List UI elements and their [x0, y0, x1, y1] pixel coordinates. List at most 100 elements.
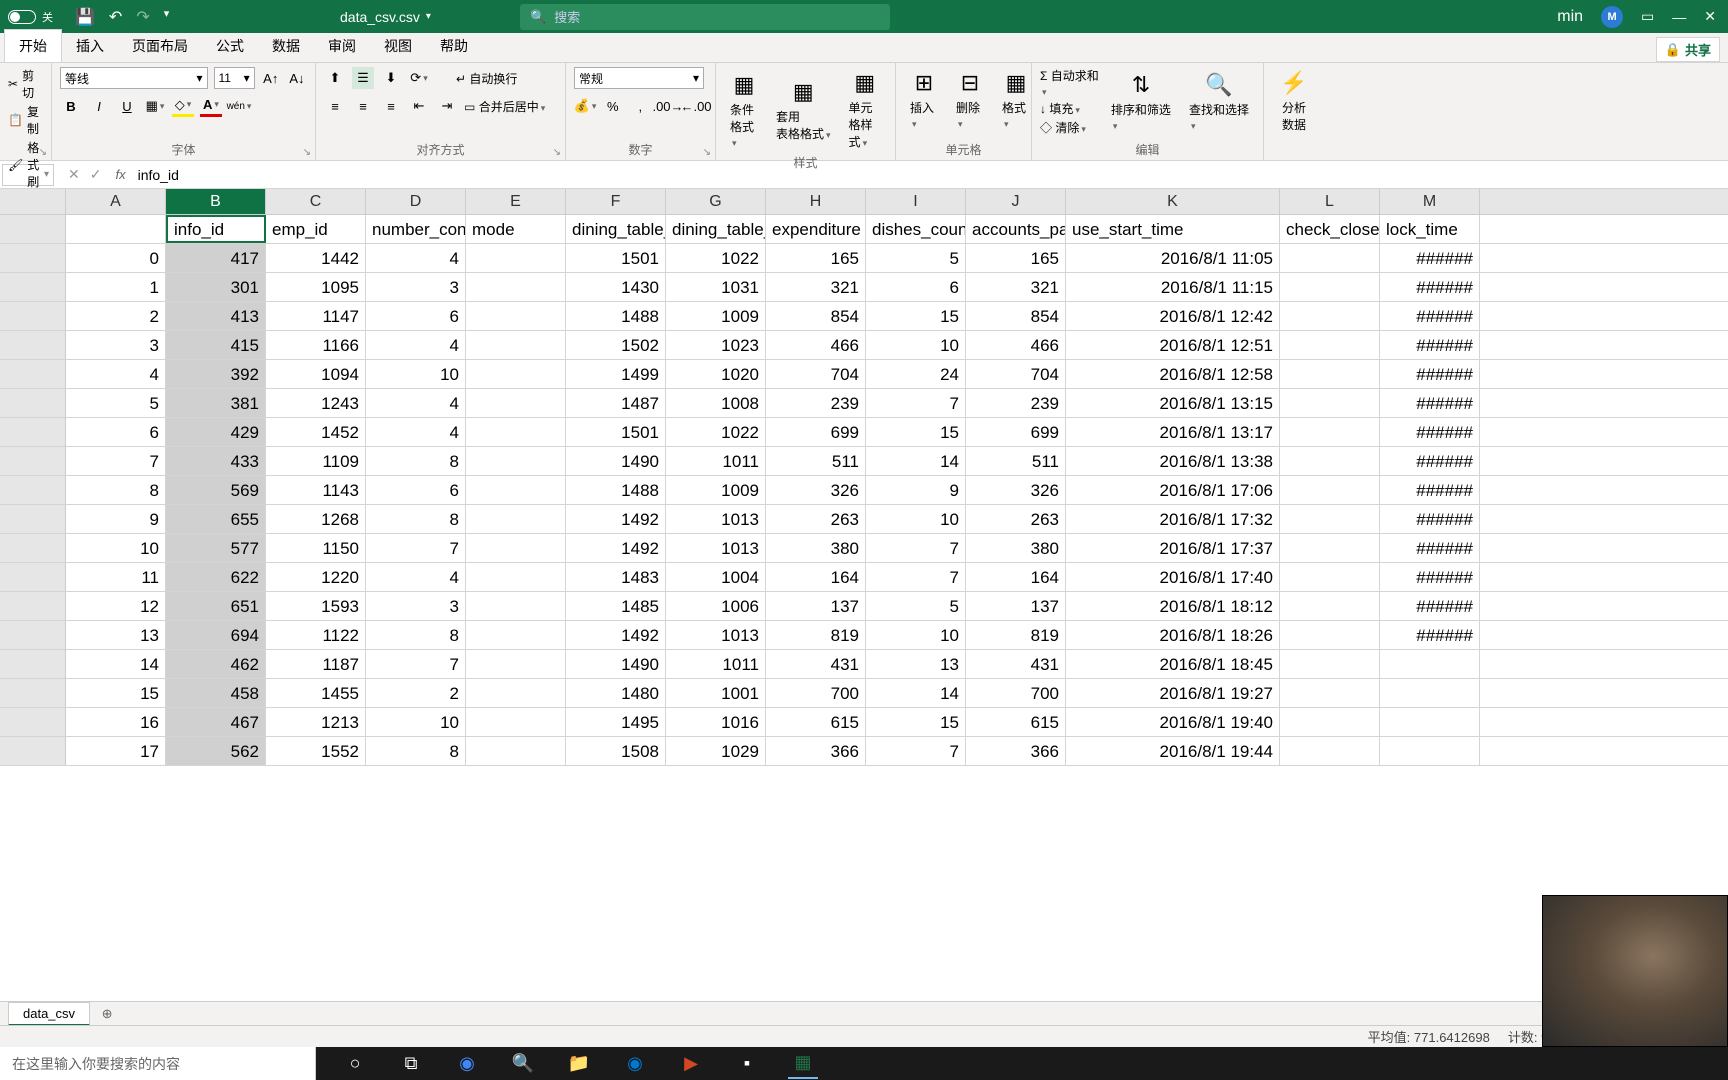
cell[interactable]: info_id [166, 215, 266, 243]
cell[interactable] [1380, 650, 1480, 678]
row-header[interactable] [0, 650, 66, 678]
cell[interactable]: 2016/8/1 17:06 [1066, 476, 1280, 504]
cell[interactable]: 0 [66, 244, 166, 272]
cell[interactable]: 2016/8/1 18:12 [1066, 592, 1280, 620]
cell[interactable]: 4 [366, 244, 466, 272]
cell[interactable]: 1122 [266, 621, 366, 649]
phonetic-button[interactable]: wén [228, 95, 250, 117]
row-header[interactable] [0, 418, 66, 446]
cell[interactable] [1280, 592, 1380, 620]
cell[interactable]: 1022 [666, 244, 766, 272]
cell[interactable]: 2016/8/1 12:42 [1066, 302, 1280, 330]
insert-cells-button[interactable]: ⊞插入 [904, 67, 944, 132]
cell[interactable]: 7 [66, 447, 166, 475]
cell[interactable]: 321 [966, 273, 1066, 301]
cell[interactable] [1280, 418, 1380, 446]
filename[interactable]: data_csv.csv▾ [340, 9, 431, 25]
cell[interactable]: 511 [966, 447, 1066, 475]
number-dialog-icon[interactable]: ↘ [703, 147, 711, 158]
tab-view[interactable]: 视图 [370, 30, 426, 62]
cell[interactable]: 467 [166, 708, 266, 736]
cell[interactable]: 1016 [666, 708, 766, 736]
cell[interactable]: 10 [866, 505, 966, 533]
cell[interactable] [1380, 708, 1480, 736]
cell[interactable]: dining_table_id [566, 215, 666, 243]
cell[interactable] [66, 215, 166, 243]
share-button[interactable]: 🔒共享 [1656, 37, 1720, 62]
increase-font-icon[interactable]: A↑ [261, 67, 281, 89]
cell[interactable]: ###### [1380, 244, 1480, 272]
cell[interactable]: ###### [1380, 273, 1480, 301]
cell[interactable]: ###### [1380, 476, 1480, 504]
cell[interactable] [466, 273, 566, 301]
cell[interactable]: 12 [66, 592, 166, 620]
cell[interactable] [1280, 563, 1380, 591]
powerpoint-icon[interactable]: ▶ [676, 1049, 706, 1079]
row-header[interactable] [0, 592, 66, 620]
row-header[interactable] [0, 447, 66, 475]
cell[interactable]: 239 [766, 389, 866, 417]
cell[interactable] [1280, 273, 1380, 301]
cell[interactable]: 13 [66, 621, 166, 649]
indent-decrease-icon[interactable]: ⇤ [408, 95, 430, 117]
cell[interactable]: 1150 [266, 534, 366, 562]
cell[interactable]: 1009 [666, 476, 766, 504]
cell[interactable]: 1452 [266, 418, 366, 446]
cell[interactable]: 380 [966, 534, 1066, 562]
cell[interactable]: 1013 [666, 534, 766, 562]
decrease-font-icon[interactable]: A↓ [287, 67, 307, 89]
row-header[interactable] [0, 273, 66, 301]
undo-icon[interactable]: ↶ [109, 7, 122, 27]
cell[interactable]: 562 [166, 737, 266, 765]
cell[interactable]: 413 [166, 302, 266, 330]
accounting-format-icon[interactable]: 💰 [574, 95, 596, 117]
cell[interactable]: 1552 [266, 737, 366, 765]
cell[interactable] [466, 592, 566, 620]
cell[interactable] [466, 418, 566, 446]
cell[interactable]: 1022 [666, 418, 766, 446]
cell[interactable]: 7 [366, 534, 466, 562]
cell[interactable]: 4 [366, 563, 466, 591]
autosum-button[interactable]: Σ 自动求和 [1040, 67, 1099, 98]
align-right-icon[interactable]: ≡ [380, 95, 402, 117]
cell[interactable]: 5 [866, 244, 966, 272]
cell[interactable]: 1187 [266, 650, 366, 678]
add-sheet-button[interactable]: ⊕ [96, 1003, 118, 1025]
minimize-icon[interactable]: — [1672, 9, 1686, 25]
cell[interactable]: 651 [166, 592, 266, 620]
cell[interactable] [1280, 621, 1380, 649]
cell[interactable]: 1488 [566, 476, 666, 504]
cell[interactable]: 301 [166, 273, 266, 301]
cell[interactable]: 326 [766, 476, 866, 504]
enter-formula-icon[interactable]: ✓ [90, 166, 102, 183]
cell[interactable]: emp_id [266, 215, 366, 243]
font-color-button[interactable]: A [200, 95, 222, 117]
cell[interactable]: 2 [66, 302, 166, 330]
cell[interactable]: 10 [66, 534, 166, 562]
conditional-format-button[interactable]: ▦条件格式 [724, 69, 764, 151]
cell[interactable]: accounts_payable [966, 215, 1066, 243]
cell[interactable]: 4 [366, 389, 466, 417]
cell[interactable] [466, 360, 566, 388]
cell[interactable]: 1008 [666, 389, 766, 417]
cell[interactable]: 10 [366, 360, 466, 388]
cell[interactable]: ###### [1380, 447, 1480, 475]
copy-button[interactable]: 📋复制 [8, 103, 43, 137]
cell[interactable]: ###### [1380, 331, 1480, 359]
row-header[interactable] [0, 679, 66, 707]
cell[interactable]: mode [466, 215, 566, 243]
cell[interactable]: 366 [966, 737, 1066, 765]
find-select-button[interactable]: 🔍查找和选择 [1183, 69, 1255, 134]
cell[interactable]: 655 [166, 505, 266, 533]
cell[interactable]: ###### [1380, 534, 1480, 562]
row-header[interactable] [0, 708, 66, 736]
cell[interactable]: ###### [1380, 302, 1480, 330]
cell[interactable]: 1490 [566, 447, 666, 475]
cell[interactable]: 5 [866, 592, 966, 620]
task-view-icon[interactable]: ⧉ [396, 1049, 426, 1079]
tab-home[interactable]: 开始 [4, 29, 62, 62]
search-box[interactable]: 🔍 搜索 [520, 4, 890, 30]
cell[interactable]: 1095 [266, 273, 366, 301]
cell[interactable] [466, 737, 566, 765]
cell[interactable]: 1501 [566, 418, 666, 446]
